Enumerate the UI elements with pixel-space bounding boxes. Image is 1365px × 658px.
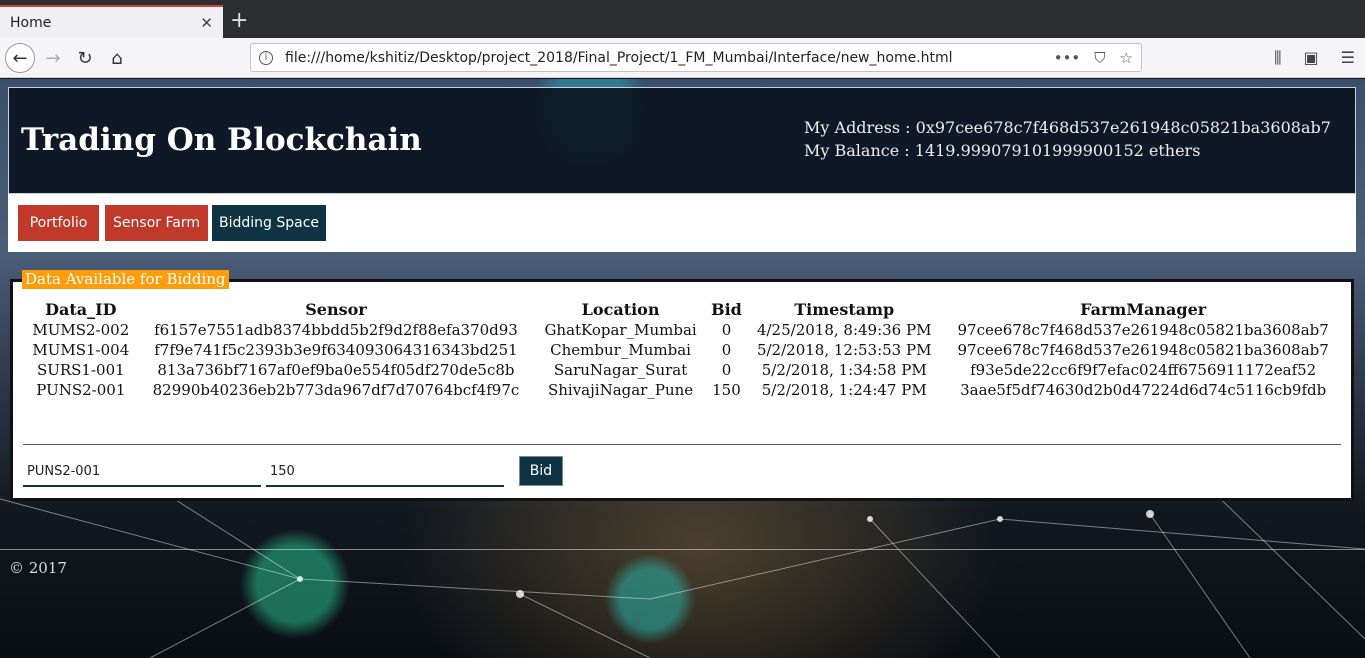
close-tab-icon[interactable]: ✕ xyxy=(200,14,213,32)
footer-copyright: © 2017 xyxy=(9,559,67,577)
main-menu: Portfolio Sensor Farm Bidding Space xyxy=(8,194,1356,252)
cell-timestamp: 5/2/2018, 1:34:58 PM xyxy=(761,361,927,379)
cell-data-id: PUNS2-001 xyxy=(36,381,126,399)
sidebar-icon[interactable]: ▣ xyxy=(1304,48,1319,68)
column-header: Data_ID xyxy=(45,300,117,319)
cell-timestamp: 4/25/2018, 8:49:36 PM xyxy=(756,321,932,339)
home-icon[interactable]: ⌂ xyxy=(102,43,132,73)
table-row: SURS1-001 813a736bf7167af0ef9ba0e554f05d… xyxy=(25,360,1345,380)
cell-data-id: MUMS2-002 xyxy=(32,321,130,339)
table-row: MUMS2-002 f6157e7551adb8374bbdd5b2f9d2f8… xyxy=(25,320,1345,340)
reload-icon[interactable]: ↻ xyxy=(70,43,100,73)
cell-farm-manager: f93e5de22cc6f9f7efac024ff6756911172eaf52 xyxy=(970,361,1317,379)
account-info: My Address : 0x97cee678c7f468d537e261948… xyxy=(804,116,1331,162)
pocket-icon[interactable]: ⛉ xyxy=(1094,49,1105,67)
site-title: Trading On Blockchain xyxy=(21,122,422,158)
my-balance: My Balance : 1419.999079101999900152 eth… xyxy=(804,141,1201,160)
table-header-row: Data_ID Sensor Location Bid Timestamp Fa… xyxy=(25,299,1345,320)
cell-bid: 150 xyxy=(712,381,741,399)
cell-timestamp: 5/2/2018, 12:53:53 PM xyxy=(756,341,932,359)
column-header: Timestamp xyxy=(794,300,895,319)
more-actions-icon[interactable]: ••• xyxy=(1054,49,1081,67)
browser-nav-bar: ← → ↻ ⌂ i file:///home/kshitiz/Desktop/p… xyxy=(0,38,1365,78)
library-icon[interactable]: ⫼ xyxy=(1274,48,1281,68)
data-id-input[interactable] xyxy=(23,457,261,487)
column-header: FarmManager xyxy=(1080,300,1207,319)
cell-bid: 0 xyxy=(721,341,732,359)
bidding-panel: Data_ID Sensor Location Bid Timestamp Fa… xyxy=(10,279,1354,501)
tab-title: Home xyxy=(10,14,52,31)
cell-timestamp: 5/2/2018, 1:24:47 PM xyxy=(761,381,927,399)
bidding-table: Data_ID Sensor Location Bid Timestamp Fa… xyxy=(25,299,1345,400)
table-row: PUNS2-001 82990b40236eb2b773da967df7d707… xyxy=(25,380,1345,400)
cell-sensor: f7f9e741f5c2393b3e9f634093064316343bd251 xyxy=(154,341,518,359)
sensor-farm-button[interactable]: Sensor Farm xyxy=(105,205,208,241)
forward-arrow-icon[interactable]: → xyxy=(38,43,68,73)
cell-location: SaruNagar_Surat xyxy=(553,361,688,379)
cell-bid: 0 xyxy=(721,361,732,379)
panel-divider xyxy=(23,444,1341,445)
cell-farm-manager: 97cee678c7f468d537e261948c05821ba3608ab7 xyxy=(957,321,1329,339)
cell-sensor: 82990b40236eb2b773da967df7d70764bcf4f97c xyxy=(152,381,520,399)
portfolio-button[interactable]: Portfolio xyxy=(18,205,99,241)
cell-farm-manager: 97cee678c7f468d537e261948c05821ba3608ab7 xyxy=(957,341,1329,359)
page-background: Trading On Blockchain My Address : 0x97c… xyxy=(0,79,1365,658)
bidding-space-button[interactable]: Bidding Space xyxy=(212,205,326,241)
browser-tab-home[interactable]: Home ✕ xyxy=(0,5,223,38)
cell-sensor: f6157e7551adb8374bbdd5b2f9d2f88efa370d93 xyxy=(154,321,518,339)
site-header: Trading On Blockchain My Address : 0x97c… xyxy=(8,87,1356,194)
url-text[interactable]: file:///home/kshitiz/Desktop/project_201… xyxy=(285,50,1054,66)
column-header: Sensor xyxy=(305,300,367,319)
cell-location: GhatKopar_Mumbai xyxy=(544,321,697,339)
column-header: Location xyxy=(581,300,660,319)
info-icon[interactable]: i xyxy=(259,50,273,65)
cell-data-id: SURS1-001 xyxy=(36,361,125,379)
cell-data-id: MUMS1-004 xyxy=(32,341,130,359)
bookmark-star-icon[interactable]: ☆ xyxy=(1120,49,1133,67)
cell-location: ShivajiNagar_Pune xyxy=(547,381,694,399)
bid-amount-input[interactable] xyxy=(266,457,504,487)
cell-location: Chembur_Mumbai xyxy=(550,341,691,359)
address-bar[interactable]: i file:///home/kshitiz/Desktop/project_2… xyxy=(250,43,1142,72)
cell-farm-manager: 3aae5f5df74630d2b0d47224d6d74c5116cb9fdb xyxy=(960,381,1327,399)
cell-sensor: 813a736bf7167af0ef9ba0e554f05df270de5c8b xyxy=(157,361,515,379)
bid-button[interactable]: Bid xyxy=(519,456,563,486)
panel-title: Data Available for Bidding xyxy=(22,270,229,289)
footer-divider xyxy=(0,549,1365,550)
table-row: MUMS1-004 f7f9e741f5c2393b3e9f6340930643… xyxy=(25,340,1345,360)
hamburger-menu-icon[interactable]: ☰ xyxy=(1341,48,1355,68)
cell-bid: 0 xyxy=(721,321,732,339)
new-tab-icon[interactable]: + xyxy=(230,8,248,34)
back-arrow-icon[interactable]: ← xyxy=(5,43,35,73)
my-address: My Address : 0x97cee678c7f468d537e261948… xyxy=(804,118,1331,137)
column-header: Bid xyxy=(711,300,742,319)
browser-tab-bar: Home ✕ + xyxy=(0,0,1365,38)
